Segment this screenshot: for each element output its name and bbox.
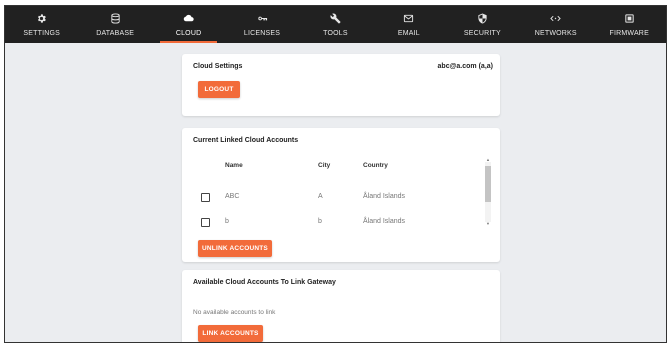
nav-label: SECURITY [463, 30, 501, 37]
column-header-country[interactable]: Country [363, 162, 388, 169]
column-header-city[interactable]: City [318, 162, 330, 169]
cell-city: b [318, 218, 322, 225]
nav-networks[interactable]: NETWORKS [519, 6, 592, 43]
linked-accounts-card: Current Linked Cloud Accounts Name City … [182, 128, 500, 262]
cloud-icon [183, 11, 194, 26]
row-checkbox[interactable] [201, 193, 210, 202]
unlink-accounts-button[interactable]: UNLINK ACCOUNTS [198, 240, 272, 257]
empty-message: No available accounts to link [193, 309, 276, 316]
cell-country: Åland Islands [363, 218, 406, 225]
card-title: Cloud Settings [193, 63, 243, 70]
scrollbar-thumb[interactable] [485, 166, 491, 202]
available-accounts-card: Available Cloud Accounts To Link Gateway… [182, 270, 500, 342]
code-arrows-icon [550, 11, 562, 26]
cell-city: A [318, 193, 323, 200]
nav-label: DATABASE [96, 30, 135, 37]
nav-label: EMAIL [397, 30, 420, 37]
nav-settings[interactable]: SETTINGS [5, 6, 78, 43]
shield-icon [477, 11, 488, 26]
nav-database[interactable]: DATABASE [78, 6, 151, 43]
cloud-settings-card: Cloud Settings abc@a.com (a,a) LOGOUT [182, 54, 500, 116]
card-title: Available Cloud Accounts To Link Gateway [193, 279, 336, 286]
wrench-icon [330, 11, 341, 26]
nav-label: NETWORKS [534, 30, 577, 37]
nav-licenses[interactable]: LICENSES [225, 6, 298, 43]
current-user: abc@a.com (a,a) [437, 63, 493, 70]
app-frame: SETTINGS DATABASE CLOUD LICENSES TOOLS E… [4, 5, 667, 343]
gear-icon [36, 11, 47, 26]
table-scrollbar[interactable]: ▲ ▼ [484, 158, 492, 226]
nav-security[interactable]: SECURITY [446, 6, 519, 43]
cell-name: ABC [225, 193, 240, 200]
logout-button[interactable]: LOGOUT [198, 81, 240, 98]
scroll-down-arrow-icon[interactable]: ▼ [484, 222, 492, 226]
chip-icon [624, 11, 635, 26]
top-nav: SETTINGS DATABASE CLOUD LICENSES TOOLS E… [5, 6, 666, 43]
envelope-icon [403, 11, 414, 26]
nav-label: LICENSES [243, 30, 281, 37]
nav-label: FIRMWARE [609, 30, 649, 37]
cell-name: b [225, 218, 229, 225]
database-icon [110, 11, 121, 26]
nav-tools[interactable]: TOOLS [299, 6, 372, 43]
table-row[interactable]: b b Åland Islands [182, 212, 482, 232]
link-accounts-button[interactable]: LINK ACCOUNTS [198, 325, 263, 342]
key-icon [257, 11, 268, 26]
nav-firmware[interactable]: FIRMWARE [593, 6, 666, 43]
card-title: Current Linked Cloud Accounts [193, 137, 299, 144]
nav-label: SETTINGS [23, 30, 61, 37]
nav-label: CLOUD [175, 30, 202, 37]
nav-cloud[interactable]: CLOUD [152, 6, 225, 43]
table-row[interactable]: ABC A Åland Islands [182, 187, 482, 207]
cell-country: Åland Islands [363, 193, 406, 200]
column-header-name[interactable]: Name [225, 162, 243, 169]
nav-label: TOOLS [323, 30, 348, 37]
row-checkbox[interactable] [201, 218, 210, 227]
nav-email[interactable]: EMAIL [372, 6, 445, 43]
